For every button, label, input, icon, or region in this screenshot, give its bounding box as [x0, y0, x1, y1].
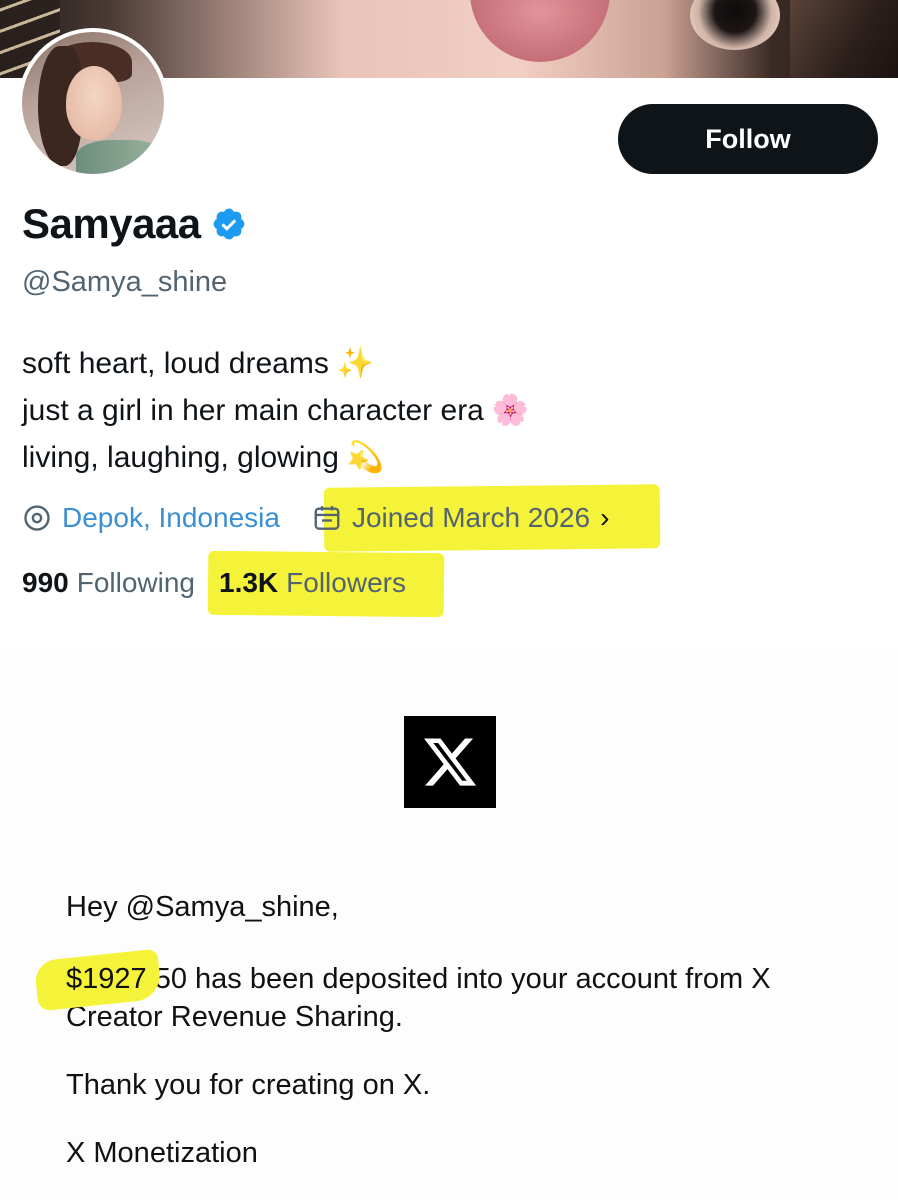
banner-eye [690, 0, 780, 50]
avatar[interactable] [18, 28, 168, 178]
bio-line: just a girl in her main character era 🌸 [22, 387, 529, 434]
bio-line: living, laughing, glowing 💫 [22, 434, 529, 481]
banner-lips [470, 0, 610, 62]
dizzy-emoji: 💫 [346, 441, 385, 474]
location-item: Depok, Indonesia [22, 502, 280, 534]
profile-meta: Depok, Indonesia Joined March 2026 › [22, 495, 609, 541]
deposit-amount: $1927 [33, 948, 163, 1012]
email-signoff: X Monetization [66, 1137, 258, 1169]
joined-date: Joined March 2026 [351, 502, 591, 533]
follow-counts: 990 Following 1.3K Followers [22, 560, 406, 606]
follow-button[interactable]: Follow [618, 104, 878, 174]
profile-handle: @Samya_shine [22, 266, 228, 298]
followers-count: 1.3K [219, 567, 279, 598]
email-thanks: Thank you for creating on X. [66, 1069, 431, 1101]
joined-item[interactable]: Joined March 2026 › [312, 502, 609, 534]
chevron-right-icon: › [600, 502, 610, 533]
location-link[interactable]: Depok, Indonesia [62, 502, 280, 534]
email-greeting: Hey @Samya_shine, [66, 891, 339, 923]
following-link[interactable]: 990 Following [22, 567, 195, 599]
followers-label: Followers [286, 567, 406, 598]
display-name: Samyaaa [22, 200, 201, 247]
cherry-blossom-emoji: 🌸 [491, 394, 530, 427]
followers-link[interactable]: 1.3K Followers [219, 567, 406, 599]
profile-bio: soft heart, loud dreams ✨ just a girl in… [22, 340, 529, 481]
following-count: 990 [22, 567, 69, 598]
calendar-icon [314, 506, 340, 530]
sparkles-emoji: ✨ [336, 347, 375, 380]
email-deposit-message: $1927.50 has been deposited into your ac… [33, 948, 846, 1036]
verified-badge-icon[interactable] [211, 206, 247, 242]
monetization-email: Hey @Samya_shine, $1927.50 has been depo… [0, 648, 898, 1200]
bio-line: soft heart, loud dreams ✨ [22, 340, 529, 387]
following-label: Following [76, 567, 195, 598]
location-pin-icon [24, 505, 50, 531]
avatar-photo [22, 32, 164, 174]
x-logo-icon [404, 716, 496, 808]
banner-hair [790, 0, 898, 78]
profile-name-row: Samyaaa [22, 200, 247, 248]
